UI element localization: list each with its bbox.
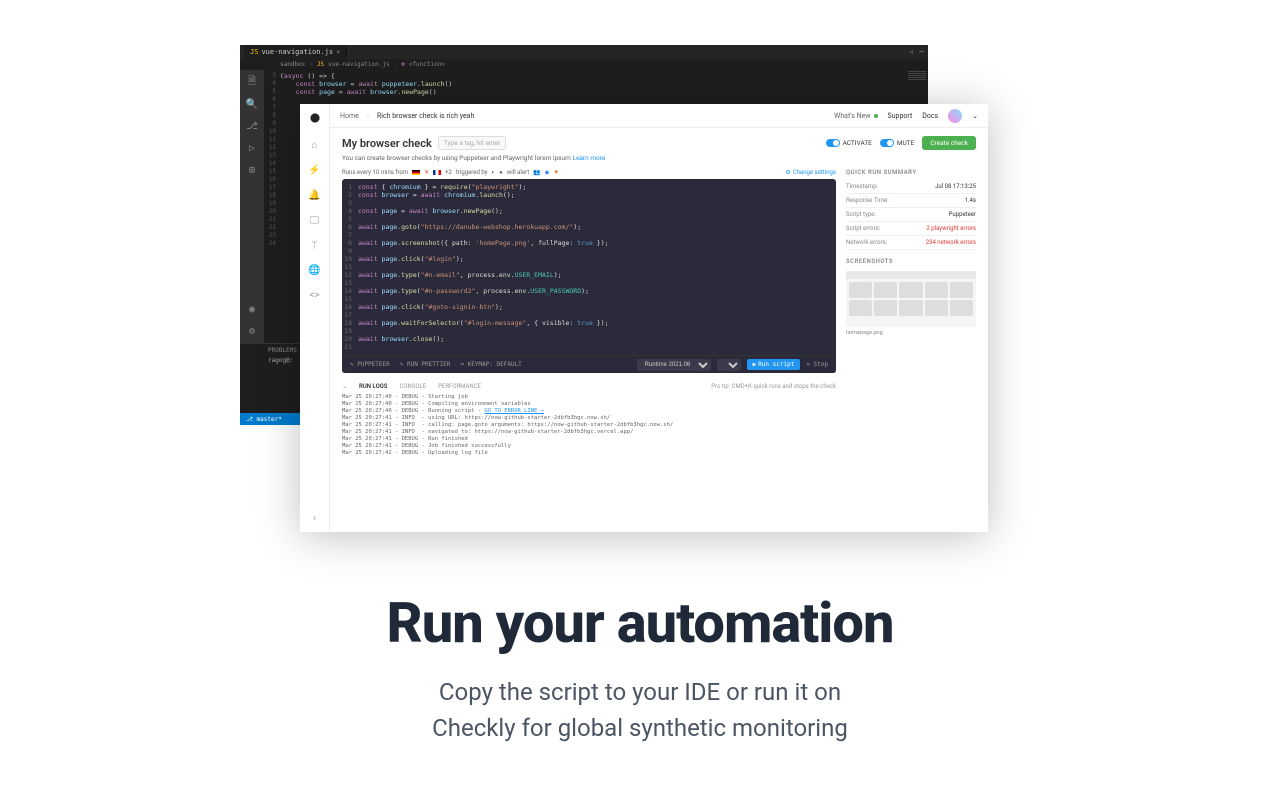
puppeteer-tab[interactable]: ✎ PUPPETEER — [350, 361, 390, 368]
checks-icon[interactable]: ⚡ — [308, 165, 320, 176]
problems-tab[interactable]: PROBLEMS — [268, 347, 297, 354]
editor-tab[interactable]: JS vue-navigation.js × — [244, 48, 347, 56]
mute-toggle[interactable]: MUTE — [880, 139, 914, 147]
log-output: Mar 25 20:27:40 - DEBUG - Starting job M… — [342, 394, 836, 457]
crumb-folder[interactable]: sandbox — [280, 61, 305, 68]
gutter: 3456789101112131415161718192021222324 — [264, 70, 280, 343]
github-icon: ◐ — [492, 169, 496, 176]
code-icon[interactable]: <> — [309, 290, 319, 301]
crumb-symbol[interactable]: <function> — [409, 61, 445, 68]
close-icon[interactable]: × — [336, 48, 340, 56]
location-select[interactable]: 🇨🇦 — [717, 359, 741, 371]
chevron-down-icon[interactable]: ⌄ — [342, 383, 347, 390]
checkly-window: ⌂ ⚡ 🔔 🖵 ᛘ 🌐 <> ‹ Home › Rich browser che… — [300, 104, 988, 532]
home-icon[interactable]: ⌂ — [311, 140, 317, 151]
activity-bar: 🗎 🔍 ⎇ ▷ ⊞ ◉ ⚙ — [240, 70, 264, 343]
keymap-button[interactable]: ⌨ KEYMAP: DEFAULT — [460, 361, 521, 368]
learn-more-link[interactable]: Learn more — [572, 154, 605, 162]
summary-panel: QUICK RUN SUMMARY Timestamp:Jul 08 17:13… — [846, 166, 976, 532]
more-icon[interactable]: ⋯ — [919, 47, 924, 57]
pro-tip: Pro tip: CMD+K quick runs and stops the … — [711, 383, 836, 390]
vscode-tabs: JS vue-navigation.js × — [244, 45, 347, 59]
integrations-icon[interactable]: ᛘ — [312, 240, 318, 251]
screenshot-caption: homepage.png — [846, 330, 976, 336]
page-title: My browser check — [342, 137, 432, 150]
screenshot-thumb[interactable] — [846, 271, 976, 327]
summary-row: Response Time:1.4s — [846, 194, 976, 208]
explorer-icon[interactable]: 🗎 — [246, 76, 258, 88]
nav-crumb[interactable]: Rich browser check is rich yeah — [377, 112, 474, 120]
breadcrumb: sandbox› JSvue-navigation.js› ⚙<function… — [240, 59, 928, 70]
whats-new[interactable]: What's New — [834, 112, 877, 120]
summary-row: Timestamp:Jul 08 17:13:25 — [846, 180, 976, 194]
search-icon[interactable]: 🔍 — [246, 98, 258, 110]
hero-subtitle: Copy the script to your IDE or run it on… — [0, 674, 1280, 746]
alerts-icon[interactable]: 🔔 — [308, 190, 320, 201]
scm-icon[interactable]: ⎇ — [246, 120, 258, 132]
teams-icon: 👥 — [533, 169, 540, 176]
account-icon[interactable]: ◉ — [246, 303, 258, 315]
chevron-down-icon[interactable]: ⌄ — [972, 112, 978, 120]
nav-home[interactable]: Home — [340, 112, 359, 120]
circle-icon: ● — [499, 169, 503, 176]
summary-row: Script errors:2 playwright errors — [846, 222, 976, 236]
checkly-sidebar: ⌂ ⚡ 🔔 🖵 ᛘ 🌐 <> ‹ — [300, 104, 330, 532]
tag-input[interactable]: Type a tag, hit enter — [438, 136, 507, 150]
vscode-titlebar: JS vue-navigation.js × ⫞ ⋯ — [240, 45, 928, 59]
screenshots-label: SCREENSHOTS — [846, 258, 976, 265]
performance-tab[interactable]: PERFORMANCE — [438, 383, 481, 390]
create-check-button[interactable]: Create check — [922, 136, 976, 150]
change-settings-link[interactable]: ⚙Change settings — [785, 169, 836, 176]
script-editor[interactable]: 1const { chromium } = require("playwrigh… — [342, 179, 836, 373]
runlogs-tab[interactable]: RUN LOGS — [359, 383, 387, 390]
summary-row: Network errors:234 network errors — [846, 236, 976, 250]
nav-support[interactable]: Support — [888, 112, 913, 120]
split-icon[interactable]: ⫞ — [909, 47, 913, 57]
branch-indicator[interactable]: ⎇ master* — [246, 416, 282, 423]
activate-toggle[interactable]: ACTIVATE — [826, 139, 872, 147]
run-bar: Runs every 10 mins from ✕ +2 triggered b… — [342, 166, 836, 179]
crumb-file[interactable]: vue-navigation.js — [328, 61, 389, 68]
run-script-button[interactable]: ▶ Run script — [747, 359, 801, 370]
nav-docs[interactable]: Docs — [922, 112, 938, 120]
hero: Run your automation Copy the script to y… — [0, 590, 1280, 746]
globe-icon[interactable]: 🌐 — [308, 265, 320, 276]
collapse-icon[interactable]: ‹ — [313, 513, 316, 524]
more-locations[interactable]: +2 — [445, 169, 452, 176]
editor-toolbar: ✎ PUPPETEER ✎ RUN PRETTIER ⌨ KEYMAP: DEF… — [342, 355, 836, 373]
chevron-right-icon: › — [367, 112, 369, 120]
flag-fr-icon — [433, 170, 441, 175]
hero-title: Run your automation — [0, 590, 1280, 656]
logs-panel: ⌄ RUN LOGS CONSOLE PERFORMANCE Pro tip: … — [342, 379, 836, 457]
dashboards-icon[interactable]: 🖵 — [310, 215, 320, 226]
debug-icon[interactable]: ▷ — [246, 142, 258, 154]
remove-icon[interactable]: ✕ — [424, 169, 429, 176]
subtitle: You can create browser checks by using P… — [330, 154, 988, 166]
gitlab-icon: ▼ — [553, 169, 559, 176]
extensions-icon[interactable]: ⊞ — [246, 164, 258, 176]
slack-icon: ◆ — [545, 169, 550, 176]
gear-icon[interactable]: ⚙ — [246, 325, 258, 337]
avatar[interactable] — [948, 109, 962, 123]
top-nav: Home › Rich browser check is rich yeah W… — [330, 104, 988, 128]
stop-button[interactable]: ✕ Stop — [806, 361, 828, 368]
js-icon: JS — [250, 48, 258, 56]
prettier-button[interactable]: ✎ RUN PRETTIER — [400, 361, 451, 368]
checkly-logo[interactable] — [307, 110, 323, 126]
flag-de-icon — [412, 170, 420, 175]
runtime-select[interactable]: Runtime 2021.06 — [637, 359, 711, 371]
console-tab[interactable]: CONSOLE — [399, 383, 426, 390]
summary-title: QUICK RUN SUMMARY — [846, 169, 976, 176]
tab-filename: vue-navigation.js — [261, 48, 333, 56]
summary-row: Script type:Puppeteer — [846, 208, 976, 222]
